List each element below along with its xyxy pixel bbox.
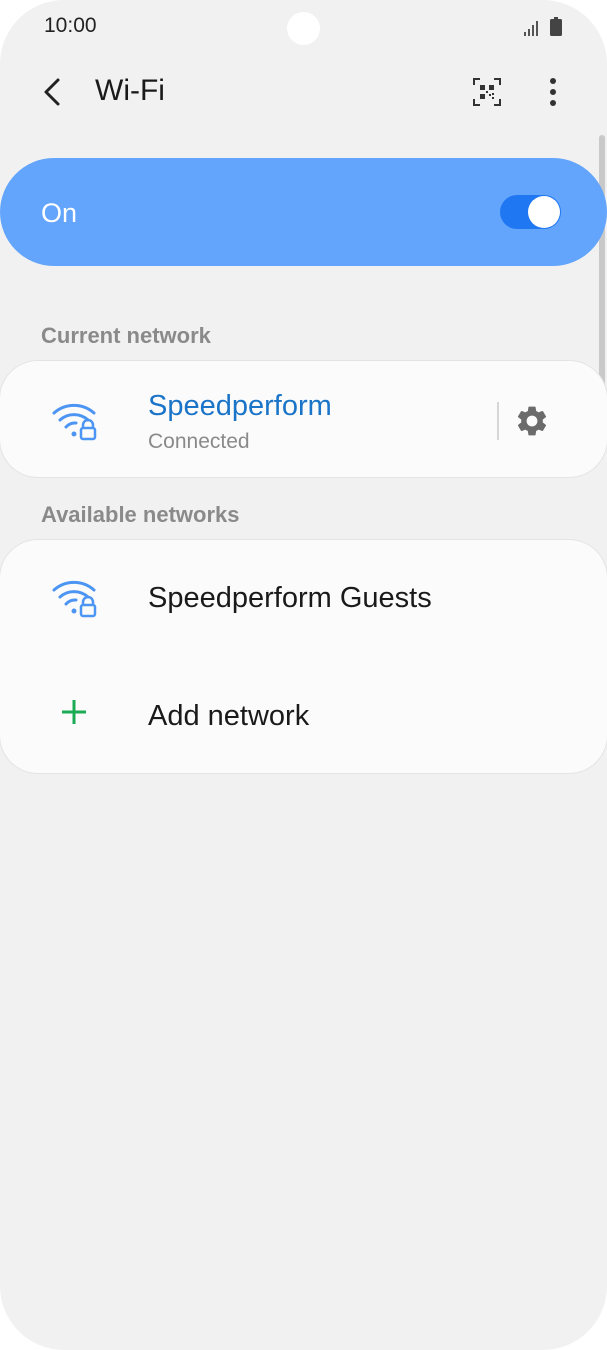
back-arrow-icon bbox=[44, 78, 60, 106]
available-networks-card: Speedperform Guests Add network bbox=[0, 540, 607, 773]
more-options-icon bbox=[550, 78, 556, 106]
app-bar: Wi-Fi bbox=[0, 60, 607, 124]
divider bbox=[497, 402, 499, 440]
toggle-knob bbox=[528, 196, 560, 228]
add-network-label: Add network bbox=[148, 700, 310, 732]
current-network-row[interactable]: Speedperform Connected bbox=[0, 361, 607, 477]
add-network-row[interactable]: Add network bbox=[0, 660, 607, 773]
available-network-name: Speedperform Guests bbox=[148, 582, 432, 614]
master-switch-label: On bbox=[41, 198, 78, 228]
current-network-header: Current network bbox=[41, 323, 211, 348]
wifi-toggle[interactable] bbox=[500, 195, 561, 229]
qr-scan-button[interactable] bbox=[465, 70, 509, 114]
plus-icon bbox=[62, 700, 86, 724]
phone-screen: 10:00 Wi-Fi On Current network Speedperf… bbox=[0, 0, 607, 1350]
scrollbar[interactable] bbox=[599, 135, 605, 390]
camera-cutout bbox=[287, 12, 320, 45]
signal-icon bbox=[524, 21, 538, 36]
available-network-row[interactable]: Speedperform Guests bbox=[0, 540, 607, 660]
available-networks-header: Available networks bbox=[41, 502, 240, 527]
current-network-name: Speedperform bbox=[148, 390, 332, 422]
wifi-lock-icon bbox=[52, 403, 97, 441]
wifi-lock-icon bbox=[52, 580, 97, 618]
status-time: 10:00 bbox=[44, 14, 97, 37]
current-network-status: Connected bbox=[148, 430, 250, 453]
current-network-card: Speedperform Connected bbox=[0, 361, 607, 477]
status-bar: 10:00 bbox=[0, 0, 607, 56]
back-button[interactable] bbox=[30, 70, 74, 114]
more-options-button[interactable] bbox=[531, 70, 575, 114]
page-title: Wi-Fi bbox=[95, 74, 165, 107]
gear-icon bbox=[517, 406, 547, 436]
qr-scan-icon bbox=[473, 78, 501, 106]
wifi-master-switch[interactable]: On bbox=[0, 158, 607, 266]
network-settings-button[interactable] bbox=[509, 399, 555, 443]
battery-icon bbox=[550, 17, 562, 36]
